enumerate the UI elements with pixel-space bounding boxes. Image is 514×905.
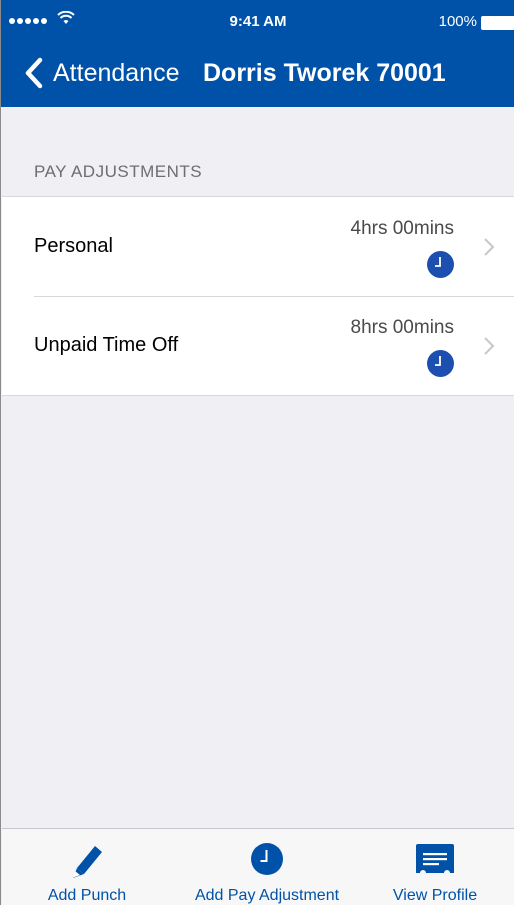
tab-bar: Add Punch Add Pay Adjustment View Profil…: [2, 828, 514, 905]
list-item-personal[interactable]: Personal 4hrs 00mins: [2, 197, 514, 296]
battery-percent: 100%: [438, 13, 477, 30]
tab-view-profile[interactable]: View Profile: [379, 829, 491, 905]
back-button[interactable]: Attendance: [53, 59, 180, 88]
battery-icon: [481, 16, 514, 30]
navigation-bar: Attendance Dorris Tworek 70001: [1, 40, 514, 107]
section-header: PAY ADJUSTMENTS: [34, 162, 203, 181]
tab-add-pay-adjustment[interactable]: Add Pay Adjustment: [179, 829, 355, 905]
tab-label: View Profile: [392, 887, 478, 904]
tab-add-punch[interactable]: Add Punch: [23, 829, 151, 905]
pencil-icon: [72, 846, 102, 878]
clock-icon: [427, 251, 454, 278]
list-item-label: Personal: [34, 235, 113, 257]
clock-icon: [251, 843, 283, 875]
list-item-duration: 8hrs 00mins: [350, 317, 455, 338]
chevron-right-icon: [484, 337, 495, 355]
profile-card-icon: [416, 844, 454, 873]
tab-label: Add Punch: [47, 887, 127, 904]
pay-adjustments-list: Personal 4hrs 00mins Unpaid Time Off 8hr…: [2, 196, 514, 396]
app-frame: 9:41 AM 100% Attendance Dorris Tworek 70…: [0, 0, 514, 905]
header: 9:41 AM 100% Attendance Dorris Tworek 70…: [1, 0, 514, 107]
list-item-unpaid-time-off[interactable]: Unpaid Time Off 8hrs 00mins: [2, 296, 514, 395]
status-bar: 9:41 AM 100%: [1, 0, 514, 40]
status-time: 9:41 AM: [229, 13, 287, 30]
page-title: Dorris Tworek 70001: [203, 59, 446, 87]
back-chevron-icon[interactable]: [23, 57, 45, 89]
list-item-label: Unpaid Time Off: [34, 334, 179, 356]
clock-icon: [427, 350, 454, 377]
list-item-duration: 4hrs 00mins: [350, 218, 455, 239]
chevron-right-icon: [484, 238, 495, 256]
tab-label: Add Pay Adjustment: [194, 887, 340, 904]
